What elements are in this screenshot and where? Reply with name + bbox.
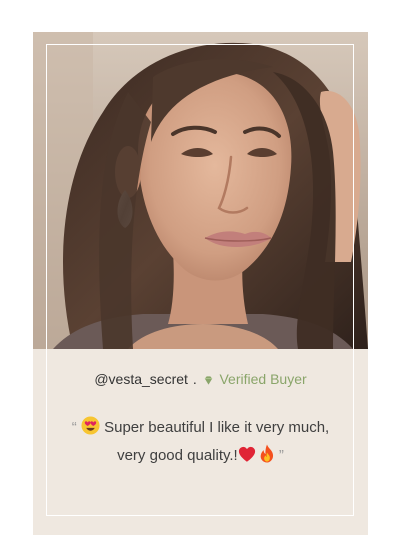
- close-quote: ”: [278, 447, 284, 464]
- reviewer-handle: @vesta_secret: [94, 371, 188, 387]
- review-text-line1: Super beautiful I like it very much,: [104, 419, 330, 436]
- review-text-line2: very good quality.!: [117, 447, 238, 464]
- customer-photo-illustration: [33, 32, 368, 349]
- open-quote: “: [71, 419, 77, 436]
- heart-eyes-emoji-icon: [81, 416, 100, 443]
- fire-emoji-icon: [259, 444, 275, 471]
- review-text: “ Super beautiful I like it very much, v…: [53, 415, 348, 471]
- reviewer-meta: @vesta_secret . Verified Buyer: [33, 371, 368, 389]
- verified-buyer-label: Verified Buyer: [219, 371, 307, 387]
- review-card: @vesta_secret . Verified Buyer “ Super b…: [33, 32, 368, 535]
- diamond-icon: [203, 373, 214, 389]
- meta-separator: .: [192, 371, 197, 387]
- red-heart-emoji-icon: [238, 446, 256, 471]
- customer-photo: [33, 32, 368, 349]
- review-caption: @vesta_secret . Verified Buyer “ Super b…: [33, 349, 368, 535]
